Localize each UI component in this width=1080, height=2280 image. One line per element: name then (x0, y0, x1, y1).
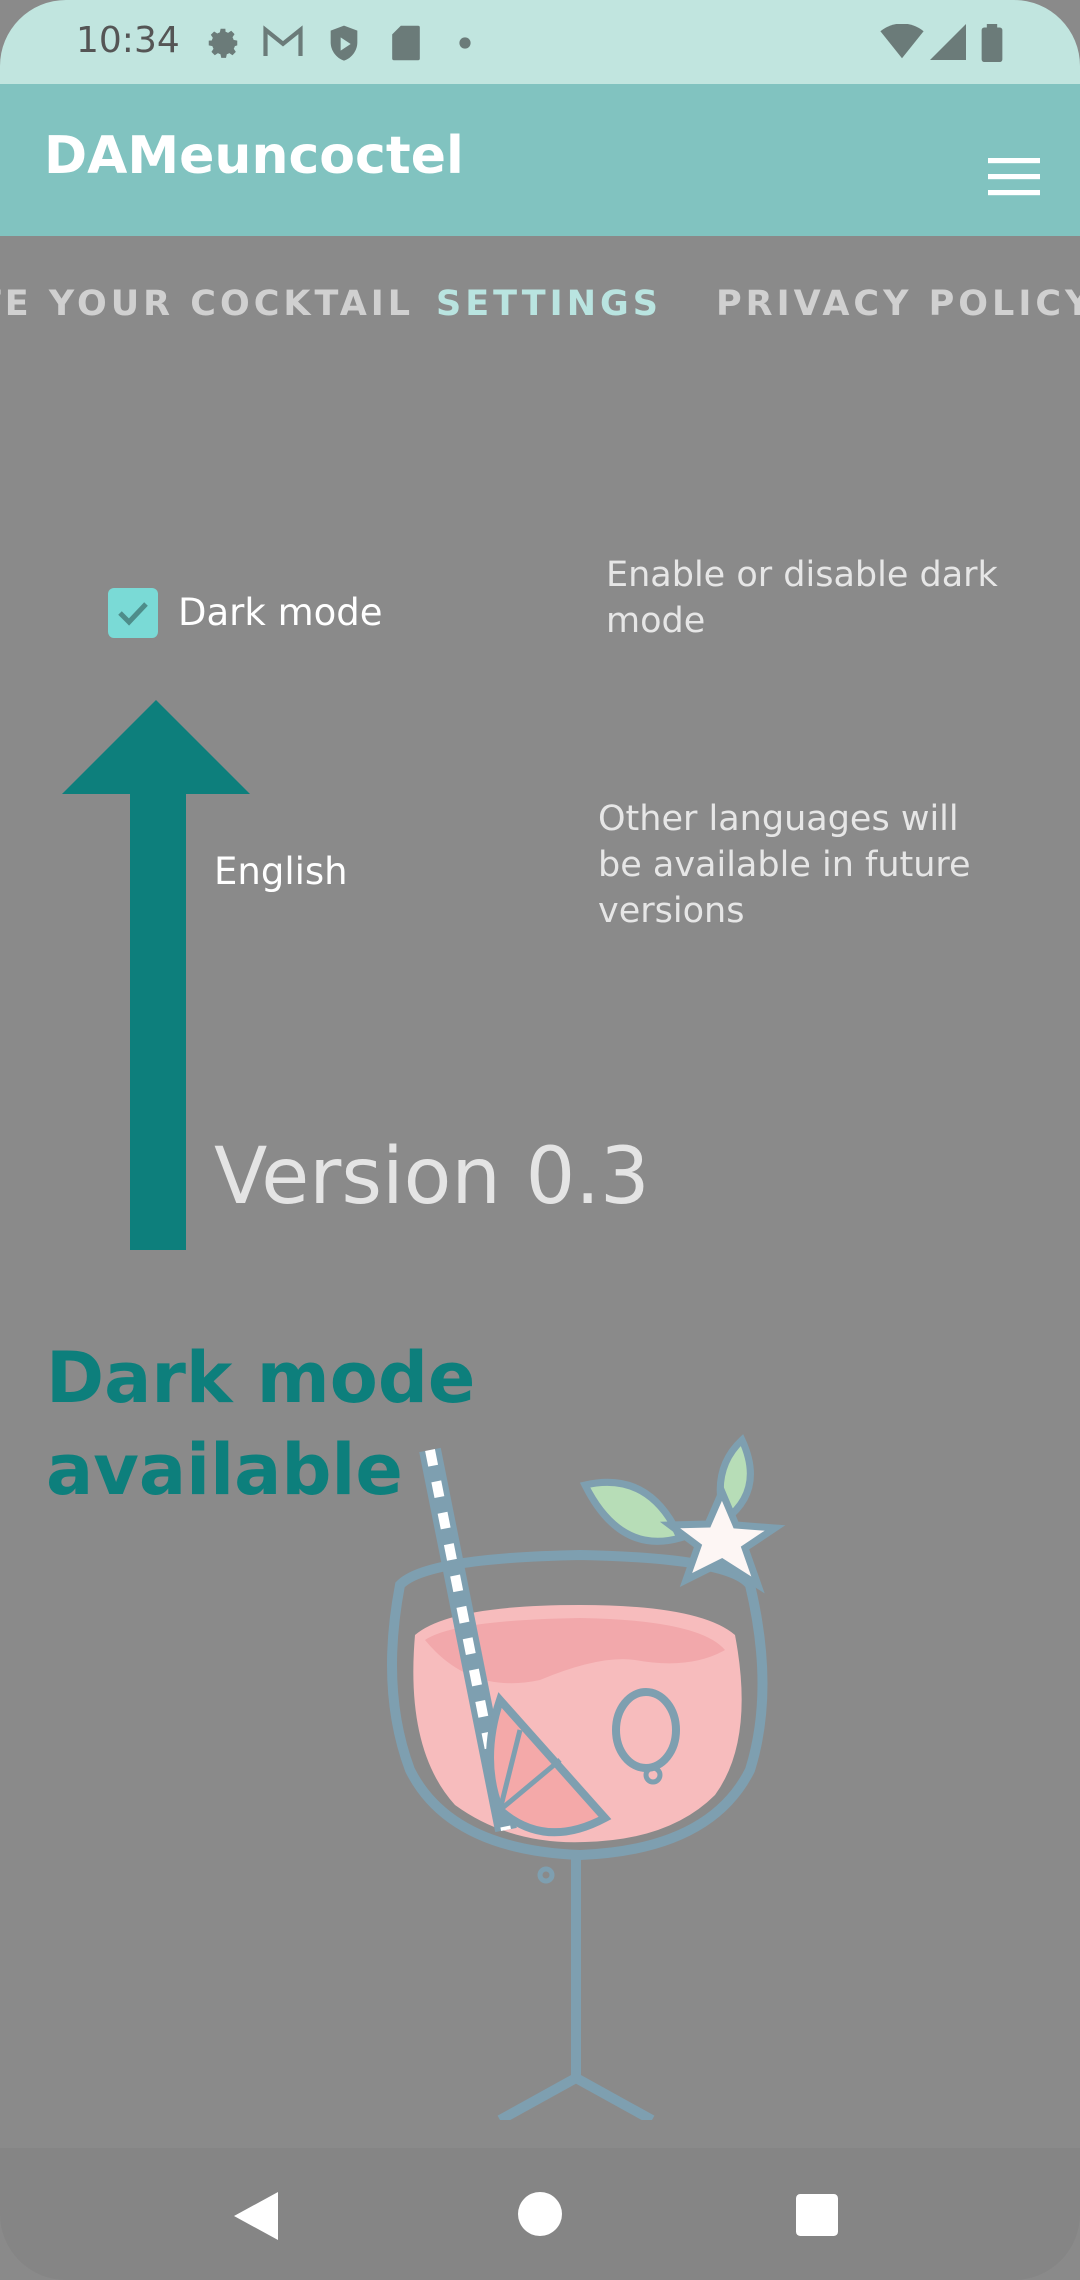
app-bar: DAMeuncoctel (0, 84, 1080, 236)
dark-mode-hint: Enable or disable dark mode (606, 555, 998, 641)
home-icon[interactable] (518, 2192, 562, 2236)
tab-settings[interactable]: SETTINGS (436, 284, 662, 324)
dark-mode-banner: Dark mode available (46, 1332, 606, 1516)
status-bar: 10:34 (0, 0, 1080, 84)
dark-mode-label[interactable]: Dark mode (178, 591, 383, 634)
shield-play-icon (330, 25, 358, 61)
tab-privacy-policy[interactable]: PRIVACY POLICY (716, 284, 1080, 324)
language-hint: Other languages will be available in fut… (598, 799, 971, 931)
tab-create-your-cocktail[interactable]: CREATE YOUR COCKTAIL (0, 284, 414, 324)
version-label: Version 0.3 (214, 1132, 650, 1222)
tab-bar: CREATE YOUR COCKTAIL SETTINGS PRIVACY PO… (0, 236, 1080, 374)
checkmark-icon (118, 602, 148, 626)
battery-icon (981, 24, 1003, 62)
hamburger-menu-icon (988, 158, 1040, 196)
status-time: 10:34 (76, 20, 180, 61)
back-icon[interactable] (234, 2192, 278, 2240)
dot-icon (459, 37, 471, 49)
gear-icon (208, 28, 238, 58)
recents-icon[interactable] (796, 2194, 838, 2236)
cocktail-illustration (387, 1434, 786, 2120)
gmail-icon (263, 25, 303, 56)
dark-mode-checkbox[interactable] (108, 588, 158, 638)
hamburger-menu-button[interactable] (966, 142, 1062, 222)
wifi-icon (880, 24, 924, 59)
language-selector[interactable]: English (214, 850, 348, 893)
sd-card-icon (392, 25, 420, 61)
dark-mode-banner-text: Dark mode available (46, 1337, 476, 1511)
navigation-bar (0, 2148, 1080, 2280)
app-title: DAMeuncoctel (44, 126, 464, 186)
signal-icon (930, 24, 966, 60)
